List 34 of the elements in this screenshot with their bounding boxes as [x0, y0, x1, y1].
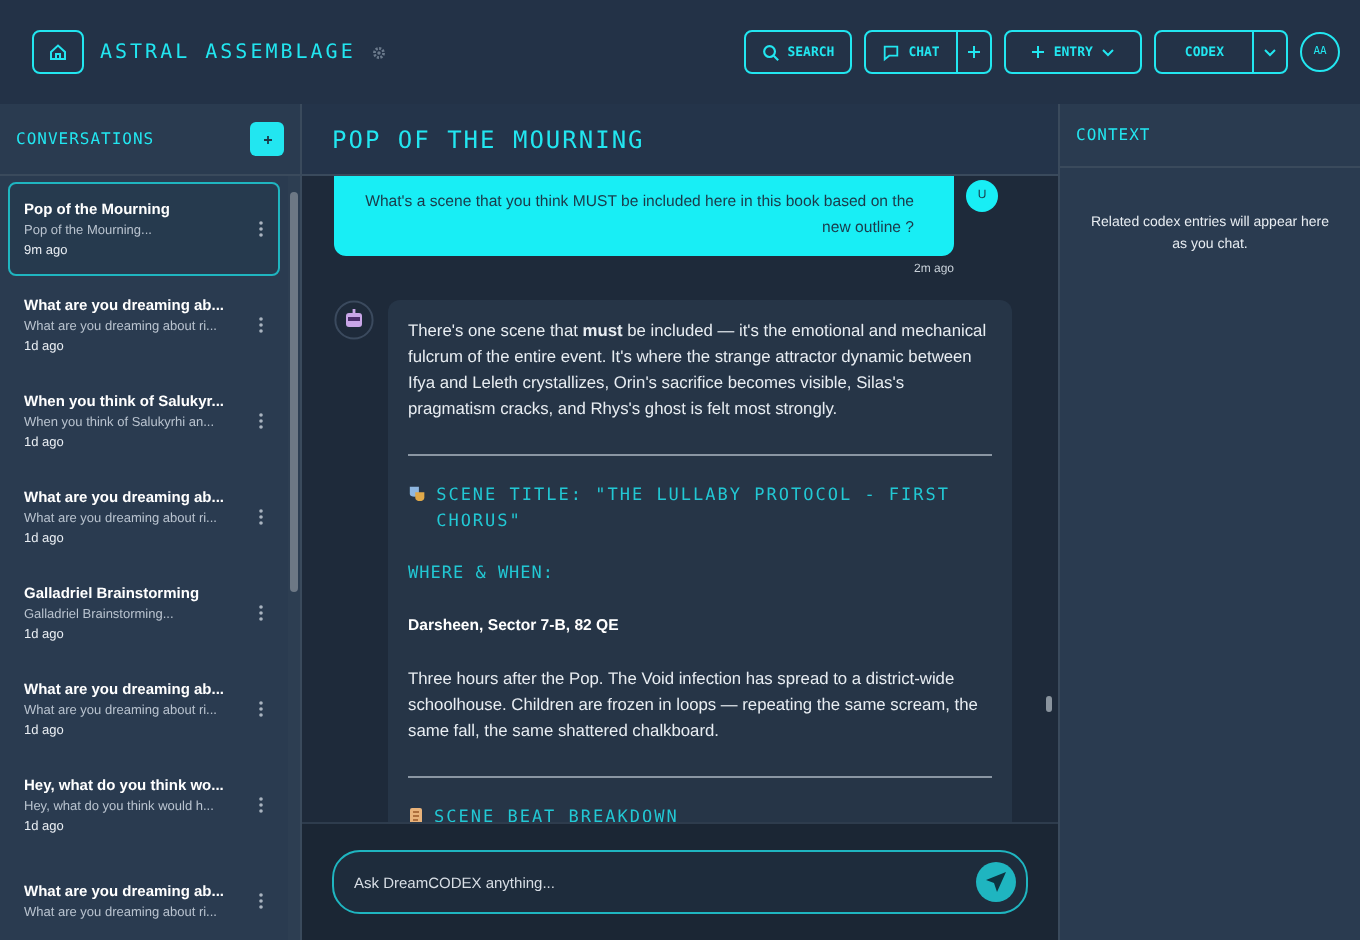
- gear-icon[interactable]: [371, 45, 386, 59]
- panel-title: CONVERSATIONS: [16, 130, 155, 148]
- more-icon[interactable]: [258, 508, 264, 526]
- chevron-down-icon: [1262, 44, 1278, 60]
- app-title: ASTRAL ASSEMBLAGE: [100, 41, 356, 63]
- more-icon[interactable]: [258, 892, 264, 910]
- more-icon[interactable]: [258, 412, 264, 430]
- section-heading: SCENE BEAT BREAKDOWN: [434, 806, 679, 822]
- message-paragraph: Three hours after the Pop. The Void infection has spread to a district-wide schoolhouse. Children are frozen in loops — repeating the same scream, the same fall, the same shattered chalkboard.: [408, 666, 980, 744]
- section-subheading: WHERE & WHEN:: [408, 564, 557, 584]
- new-conversation-button[interactable]: [250, 122, 284, 156]
- panel-title: CONTEXT: [1076, 126, 1151, 144]
- more-icon[interactable]: [258, 316, 264, 334]
- home-button[interactable]: [32, 30, 84, 74]
- scrollbar-thumb[interactable]: [290, 192, 298, 592]
- more-icon[interactable]: [258, 604, 264, 622]
- more-icon[interactable]: [258, 700, 264, 718]
- more-icon[interactable]: [258, 220, 264, 238]
- home-icon: [48, 42, 68, 62]
- plus-icon: [965, 44, 982, 60]
- theater-masks-icon: [408, 484, 427, 504]
- chat-title: POP OF THE MOURNING: [332, 125, 645, 153]
- robot-avatar-icon: [334, 300, 374, 340]
- plus-icon: [261, 133, 273, 145]
- message-paragraph: There's one scene that must be included — it's the emotional and mechanical fulcrum of the entire event. It's where the strange attractor dynamic between Ifya and Leleth crystallizes, Orin's sacrifice becomes visible, Silas's pragmatism cracks, and Rhys's ghost is felt most strongly.: [408, 318, 989, 422]
- search-icon: [761, 43, 780, 61]
- scrollbar-thumb[interactable]: [1046, 696, 1052, 712]
- chevron-down-icon: [1100, 44, 1117, 60]
- scroll-icon: [408, 806, 424, 822]
- more-icon[interactable]: [258, 796, 264, 814]
- plus-icon: [1029, 44, 1046, 60]
- section-heading: SCENE TITLE: "THE LULLABY PROTOCOL - FIRST CHORUS": [436, 484, 953, 536]
- chat-icon: [882, 43, 901, 61]
- send-icon: [984, 870, 1008, 894]
